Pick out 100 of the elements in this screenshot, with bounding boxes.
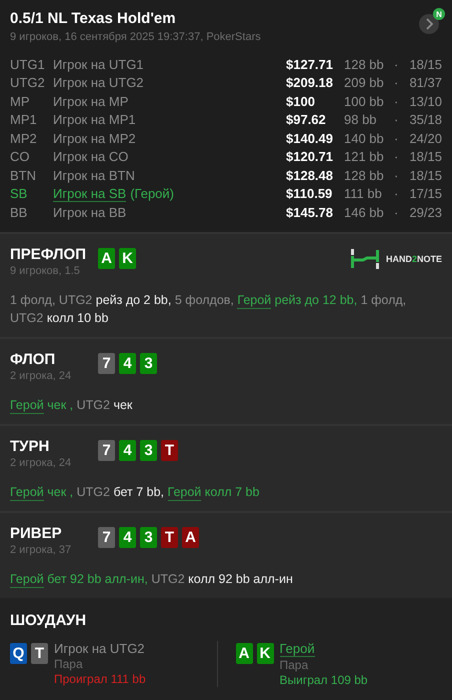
action-text: бет 92 bb алл-ин, [47,570,148,586]
action-text: 5 фолдов, [174,292,234,308]
result-text: Проиграл 111 bb [54,672,146,686]
street-info: 2 игрока, 24 [10,456,72,468]
position-label: MP2 [10,130,38,146]
hero-link[interactable]: Игрок на SB [53,186,126,202]
hero-link[interactable]: Герой [10,396,44,414]
player-stats: 18/15 [408,149,442,164]
player-stats: 29/23 [408,204,442,220]
playing-card: K [256,642,274,664]
separator-dot: · [394,204,400,220]
hero-tag: (Герой) [130,186,174,202]
separator-dot: · [394,186,400,202]
position-label: SB [10,186,28,202]
street-title: ТУРН [10,438,50,454]
stack-bb: 111 bb [344,186,383,202]
stack-bb: 146 bb [344,204,385,220]
playing-card: A [98,248,115,268]
action-text: UTG2 [151,570,185,586]
separator-dot: · [394,168,400,183]
playing-card: T [161,440,178,460]
street-info: 9 игроков, 1.5 [10,264,81,276]
notification-badge: N [433,8,445,20]
player-name: Игрок на MP2 [53,130,136,146]
stack-bb: 100 bb [344,94,385,109]
playing-card: K [119,248,136,268]
playing-card: 7 [98,440,115,460]
chevron-right-icon [424,18,434,30]
stack-bb: 128 bb [344,56,385,72]
hero-link[interactable]: Герой [280,640,315,656]
action-text: чек , [47,484,74,500]
player-stats: 18/15 [408,56,442,72]
action-text: UTG2 [76,484,110,500]
player-stats: 13/10 [408,94,442,109]
action-text: чек [113,396,132,412]
hand-title: 0.5/1 NL Texas Hold'em [10,10,177,27]
playing-card: T [31,642,48,664]
player-name: Игрок на UTG1 [53,56,144,72]
hero-link[interactable]: Герой [237,292,272,308]
player-name: Игрок на BTN [53,168,135,183]
street-info: 2 игрока, 24 [10,370,72,382]
playing-card: Q [10,642,27,664]
street-title: РИВЕР [10,524,63,542]
position-label: UTG2 [10,75,46,90]
result-text: Выиграл 109 bb [280,672,368,686]
hand-rank: Пара [54,656,83,670]
showdown-title: ШОУДАУН [10,612,88,628]
position-label: MP [10,94,30,109]
playing-card: 3 [140,440,157,460]
stack-bb: 140 bb [344,130,385,146]
playing-card: T [161,526,178,548]
playing-card: 4 [119,352,136,374]
player-stats: 24/20 [408,130,442,146]
player-stats: 35/18 [408,112,442,128]
player-name: Игрок на MP [53,94,128,109]
stack-amount: $128.48 [286,168,334,183]
playing-card: A [236,642,252,664]
stack-amount: $209.18 [286,75,334,90]
position-label: BTN [10,168,37,183]
action-text: UTG2 [76,396,110,412]
action-text: колл 7 bb [204,484,260,500]
player-stats: 81/37 [408,75,442,90]
separator-dot: · [394,112,400,128]
street-title: ФЛОП [10,350,56,368]
playing-card: A [182,526,199,548]
stack-amount: $97.62 [286,112,327,128]
player-name: Игрок на BB [53,204,126,220]
stack-amount: $110.59 [286,186,334,202]
logo-icon [350,248,380,270]
playing-card: 7 [98,526,115,548]
position-label: BB [10,204,28,220]
position-label: UTG1 [10,56,46,72]
stack-amount: $140.49 [286,130,334,146]
stack-bb: 209 bb [344,75,385,90]
hero-link[interactable]: Герой [168,484,202,500]
action-text: бет 7 bb, [113,484,164,500]
player-name: Игрок на UTG2 [53,75,144,90]
stack-amount: $127.71 [286,56,334,72]
action-text: чек , [47,396,74,412]
stack-amount: $145.78 [286,204,334,220]
stack-amount: $120.71 [286,149,334,164]
hero-link[interactable]: Герой [10,570,44,588]
position-label: MP1 [10,112,38,128]
separator-dot: · [394,149,400,164]
separator-dot: · [394,94,400,109]
stack-bb: 98 bb [344,112,378,128]
playing-card: 4 [119,526,136,548]
action-text: 1 фолд, UTG2 [10,292,92,308]
stack-bb: 128 bb [344,168,385,183]
player-name: Игрок на CO [53,149,128,164]
action-text: рейз до 12 bb, [274,292,358,308]
action-text: рейз до 2 bb, [96,292,172,308]
stack-amount: $100 [286,94,316,109]
player-stats: 18/15 [408,168,442,183]
hero-link[interactable]: Герой [10,484,44,500]
playing-card: 3 [140,526,157,548]
logo-text: HAND2NOTE [386,254,442,264]
street-info: 2 игрока, 37 [10,544,72,556]
action-text: UTG2 [10,310,44,326]
street-title: ПРЕФЛОП [10,246,87,262]
